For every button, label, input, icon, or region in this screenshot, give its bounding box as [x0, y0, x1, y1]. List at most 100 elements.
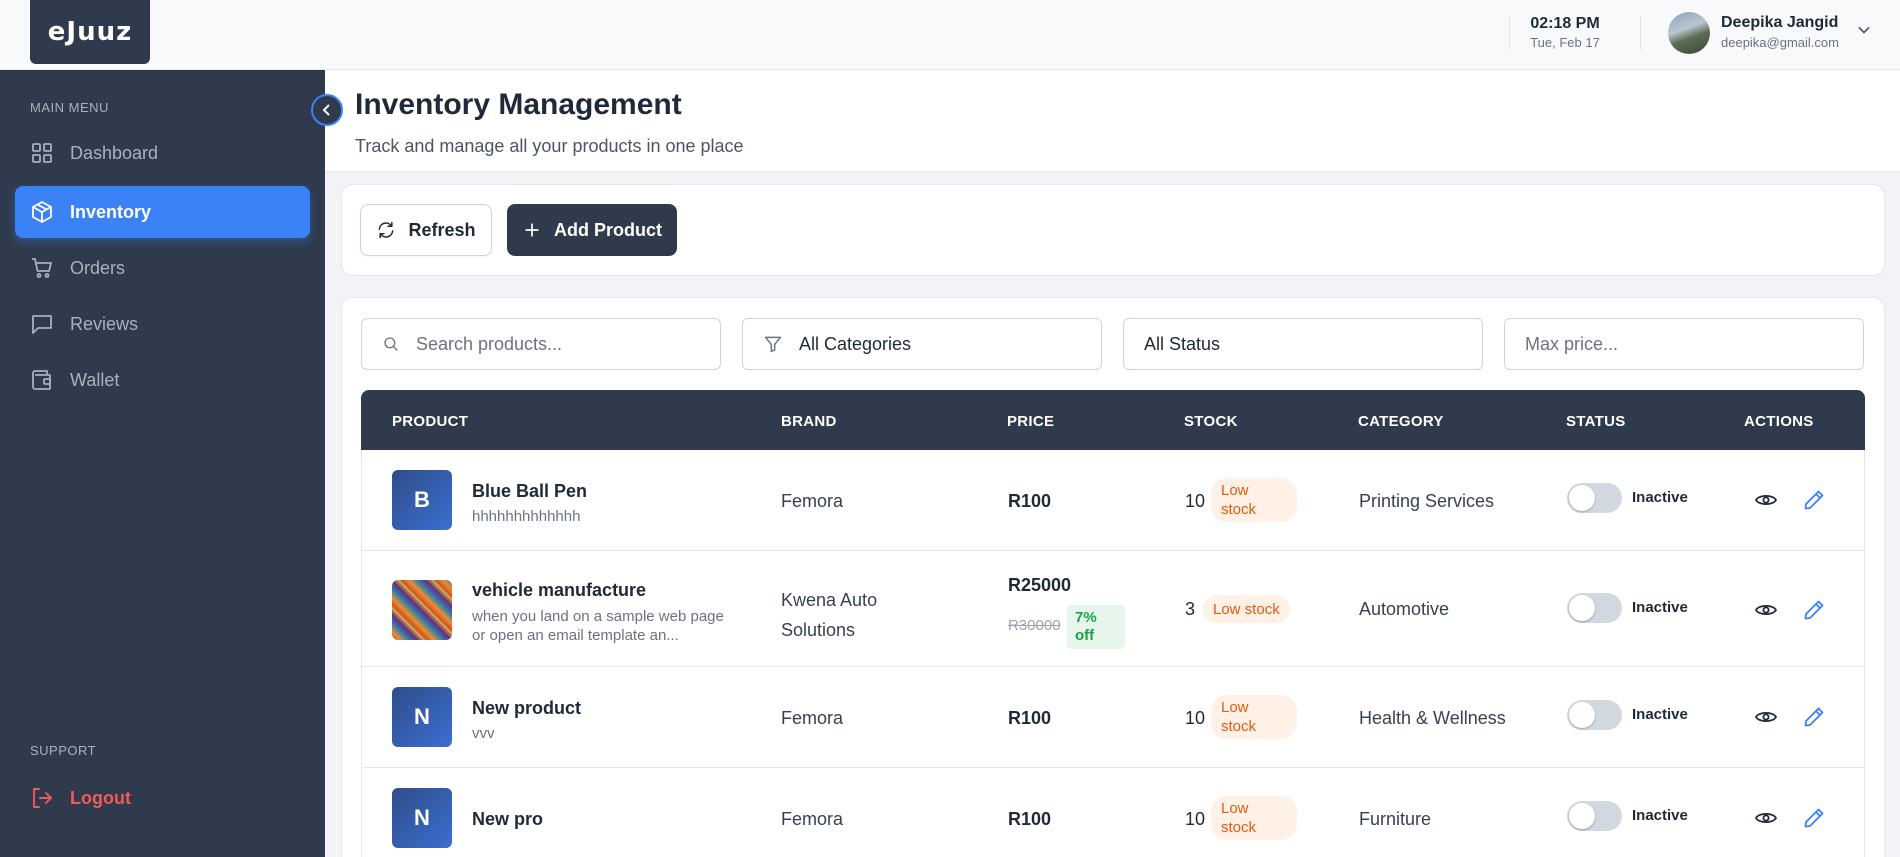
filter-icon — [764, 336, 782, 353]
sidebar-item-label: Reviews — [70, 313, 139, 334]
product-category: Furniture — [1359, 809, 1432, 829]
product-price: R100 — [1008, 708, 1052, 728]
refresh-icon — [379, 221, 394, 239]
status-value: All Status — [1144, 333, 1221, 354]
status-toggle[interactable] — [1567, 700, 1622, 730]
search-icon — [384, 337, 398, 351]
box-icon — [32, 201, 52, 223]
chevron-left-icon — [322, 104, 330, 116]
edit-icon[interactable] — [1802, 598, 1826, 622]
table-row[interactable]: N New pro Femora R100 10 Low stock Furni… — [361, 768, 1865, 857]
add-product-button[interactable]: Add Product — [507, 204, 677, 256]
edit-icon[interactable] — [1802, 806, 1826, 830]
user-info[interactable]: Deepika Jangid deepika@gmail.com — [1721, 14, 1839, 50]
search-input[interactable] — [415, 333, 720, 355]
stock-count: 10 — [1185, 708, 1206, 728]
sidebar-item-inventory[interactable]: Inventory — [15, 186, 310, 238]
page-header: Inventory Management Track and manage al… — [325, 70, 1900, 172]
main-menu-label: MAIN MENU — [30, 100, 109, 115]
logout-label: Logout — [70, 787, 131, 808]
chevron-down-icon[interactable] — [1858, 24, 1870, 36]
low-stock-badge: Low stock — [1211, 796, 1297, 840]
table-row[interactable]: vehicle manufacture when you land on a s… — [361, 551, 1865, 667]
table-row[interactable]: N New product vvv Femora R100 10 Low sto… — [361, 667, 1865, 768]
status-toggle[interactable] — [1567, 483, 1622, 513]
product-name: New product — [472, 698, 582, 718]
sidebar-item-wallet[interactable]: Wallet — [15, 354, 310, 406]
column-header-price[interactable]: PRICE — [1007, 413, 1054, 430]
logout-icon — [33, 788, 52, 808]
product-name: New pro — [472, 809, 544, 829]
column-header-brand[interactable]: BRAND — [781, 413, 837, 430]
max-price-input-wrap[interactable] — [1504, 318, 1864, 370]
column-header-category[interactable]: CATEGORY — [1358, 413, 1444, 430]
max-price-input[interactable] — [1525, 333, 1863, 355]
table-row[interactable]: B Blue Ball Pen hhhhhhhhhhhhh Femora R10… — [361, 450, 1865, 551]
low-stock-badge: Low stock — [1211, 695, 1297, 739]
avatar[interactable] — [1668, 12, 1710, 54]
product-brand: Femora — [781, 809, 844, 829]
category-select[interactable]: All Categories — [742, 318, 1102, 370]
product-thumbnail: N — [392, 687, 452, 747]
status-select[interactable]: All Status — [1123, 318, 1483, 370]
product-brand: Kwena Auto Solutions — [781, 590, 878, 640]
clock-date: Tue, Feb 17 — [1530, 35, 1600, 50]
collapse-sidebar-button[interactable] — [311, 94, 343, 126]
refresh-label: Refresh — [408, 219, 476, 240]
product-description: vvv — [472, 725, 495, 742]
product-category: Health & Wellness — [1359, 708, 1506, 728]
product-brand: Femora — [781, 491, 844, 511]
product-thumbnail: N — [392, 788, 452, 848]
sidebar-item-dashboard[interactable]: Dashboard — [15, 127, 310, 179]
logout-button[interactable]: Logout — [15, 772, 310, 824]
logo[interactable]: eJuuz — [30, 0, 150, 64]
column-header-actions: ACTIONS — [1744, 413, 1814, 430]
view-icon[interactable] — [1754, 705, 1778, 729]
product-price: R100 — [1008, 491, 1052, 511]
column-header-stock[interactable]: STOCK — [1184, 413, 1238, 430]
page-subtitle: Track and manage all your products in on… — [355, 136, 744, 156]
low-stock-badge: Low stock — [1203, 595, 1290, 623]
add-product-label: Add Product — [554, 219, 662, 240]
sidebar: MAIN MENU Dashboard Inventory Orders Rev… — [0, 70, 325, 857]
status-label: Inactive — [1632, 706, 1688, 723]
product-thumbnail: B — [392, 470, 452, 530]
cart-icon — [32, 258, 52, 278]
status-toggle[interactable] — [1567, 593, 1622, 623]
product-description: hhhhhhhhhhhhh — [472, 508, 581, 525]
sidebar-item-label: Dashboard — [70, 142, 159, 163]
divider — [1509, 16, 1510, 50]
original-price: R30000 — [1008, 617, 1061, 634]
top-bar: eJuuz 02:18 PM Tue, Feb 17 Deepika Jangi… — [0, 0, 1900, 70]
user-name: Deepika Jangid — [1721, 14, 1839, 31]
product-name: vehicle manufacture — [472, 580, 647, 600]
column-header-product[interactable]: PRODUCT — [392, 413, 468, 430]
edit-icon[interactable] — [1802, 488, 1826, 512]
sidebar-item-reviews[interactable]: Reviews — [15, 298, 310, 350]
stock-count: 3 — [1185, 599, 1196, 619]
sidebar-item-label: Inventory — [70, 201, 152, 222]
low-stock-badge: Low stock — [1211, 478, 1297, 522]
edit-icon[interactable] — [1802, 705, 1826, 729]
discount-badge: 7% off — [1067, 605, 1125, 649]
product-brand: Femora — [781, 708, 844, 728]
column-header-status[interactable]: STATUS — [1566, 413, 1626, 430]
product-price: R25000 — [1008, 575, 1072, 595]
dashboard-grid-icon — [32, 143, 52, 163]
view-icon[interactable] — [1754, 806, 1778, 830]
status-toggle[interactable] — [1567, 801, 1622, 831]
table-header: PRODUCT BRAND PRICE STOCK CATEGORY STATU… — [361, 390, 1865, 450]
clock-time: 02:18 PM — [1530, 15, 1600, 32]
divider — [1640, 16, 1641, 50]
user-email: deepika@gmail.com — [1721, 35, 1839, 50]
view-icon[interactable] — [1754, 598, 1778, 622]
search-input-wrap[interactable] — [361, 318, 721, 370]
view-icon[interactable] — [1754, 488, 1778, 512]
sidebar-item-orders[interactable]: Orders — [15, 242, 310, 294]
support-label: SUPPORT — [30, 743, 97, 758]
stock-count: 10 — [1185, 809, 1206, 829]
status-label: Inactive — [1632, 599, 1688, 616]
sidebar-item-label: Orders — [70, 257, 126, 278]
status-label: Inactive — [1632, 807, 1688, 824]
refresh-button[interactable]: Refresh — [360, 204, 492, 256]
